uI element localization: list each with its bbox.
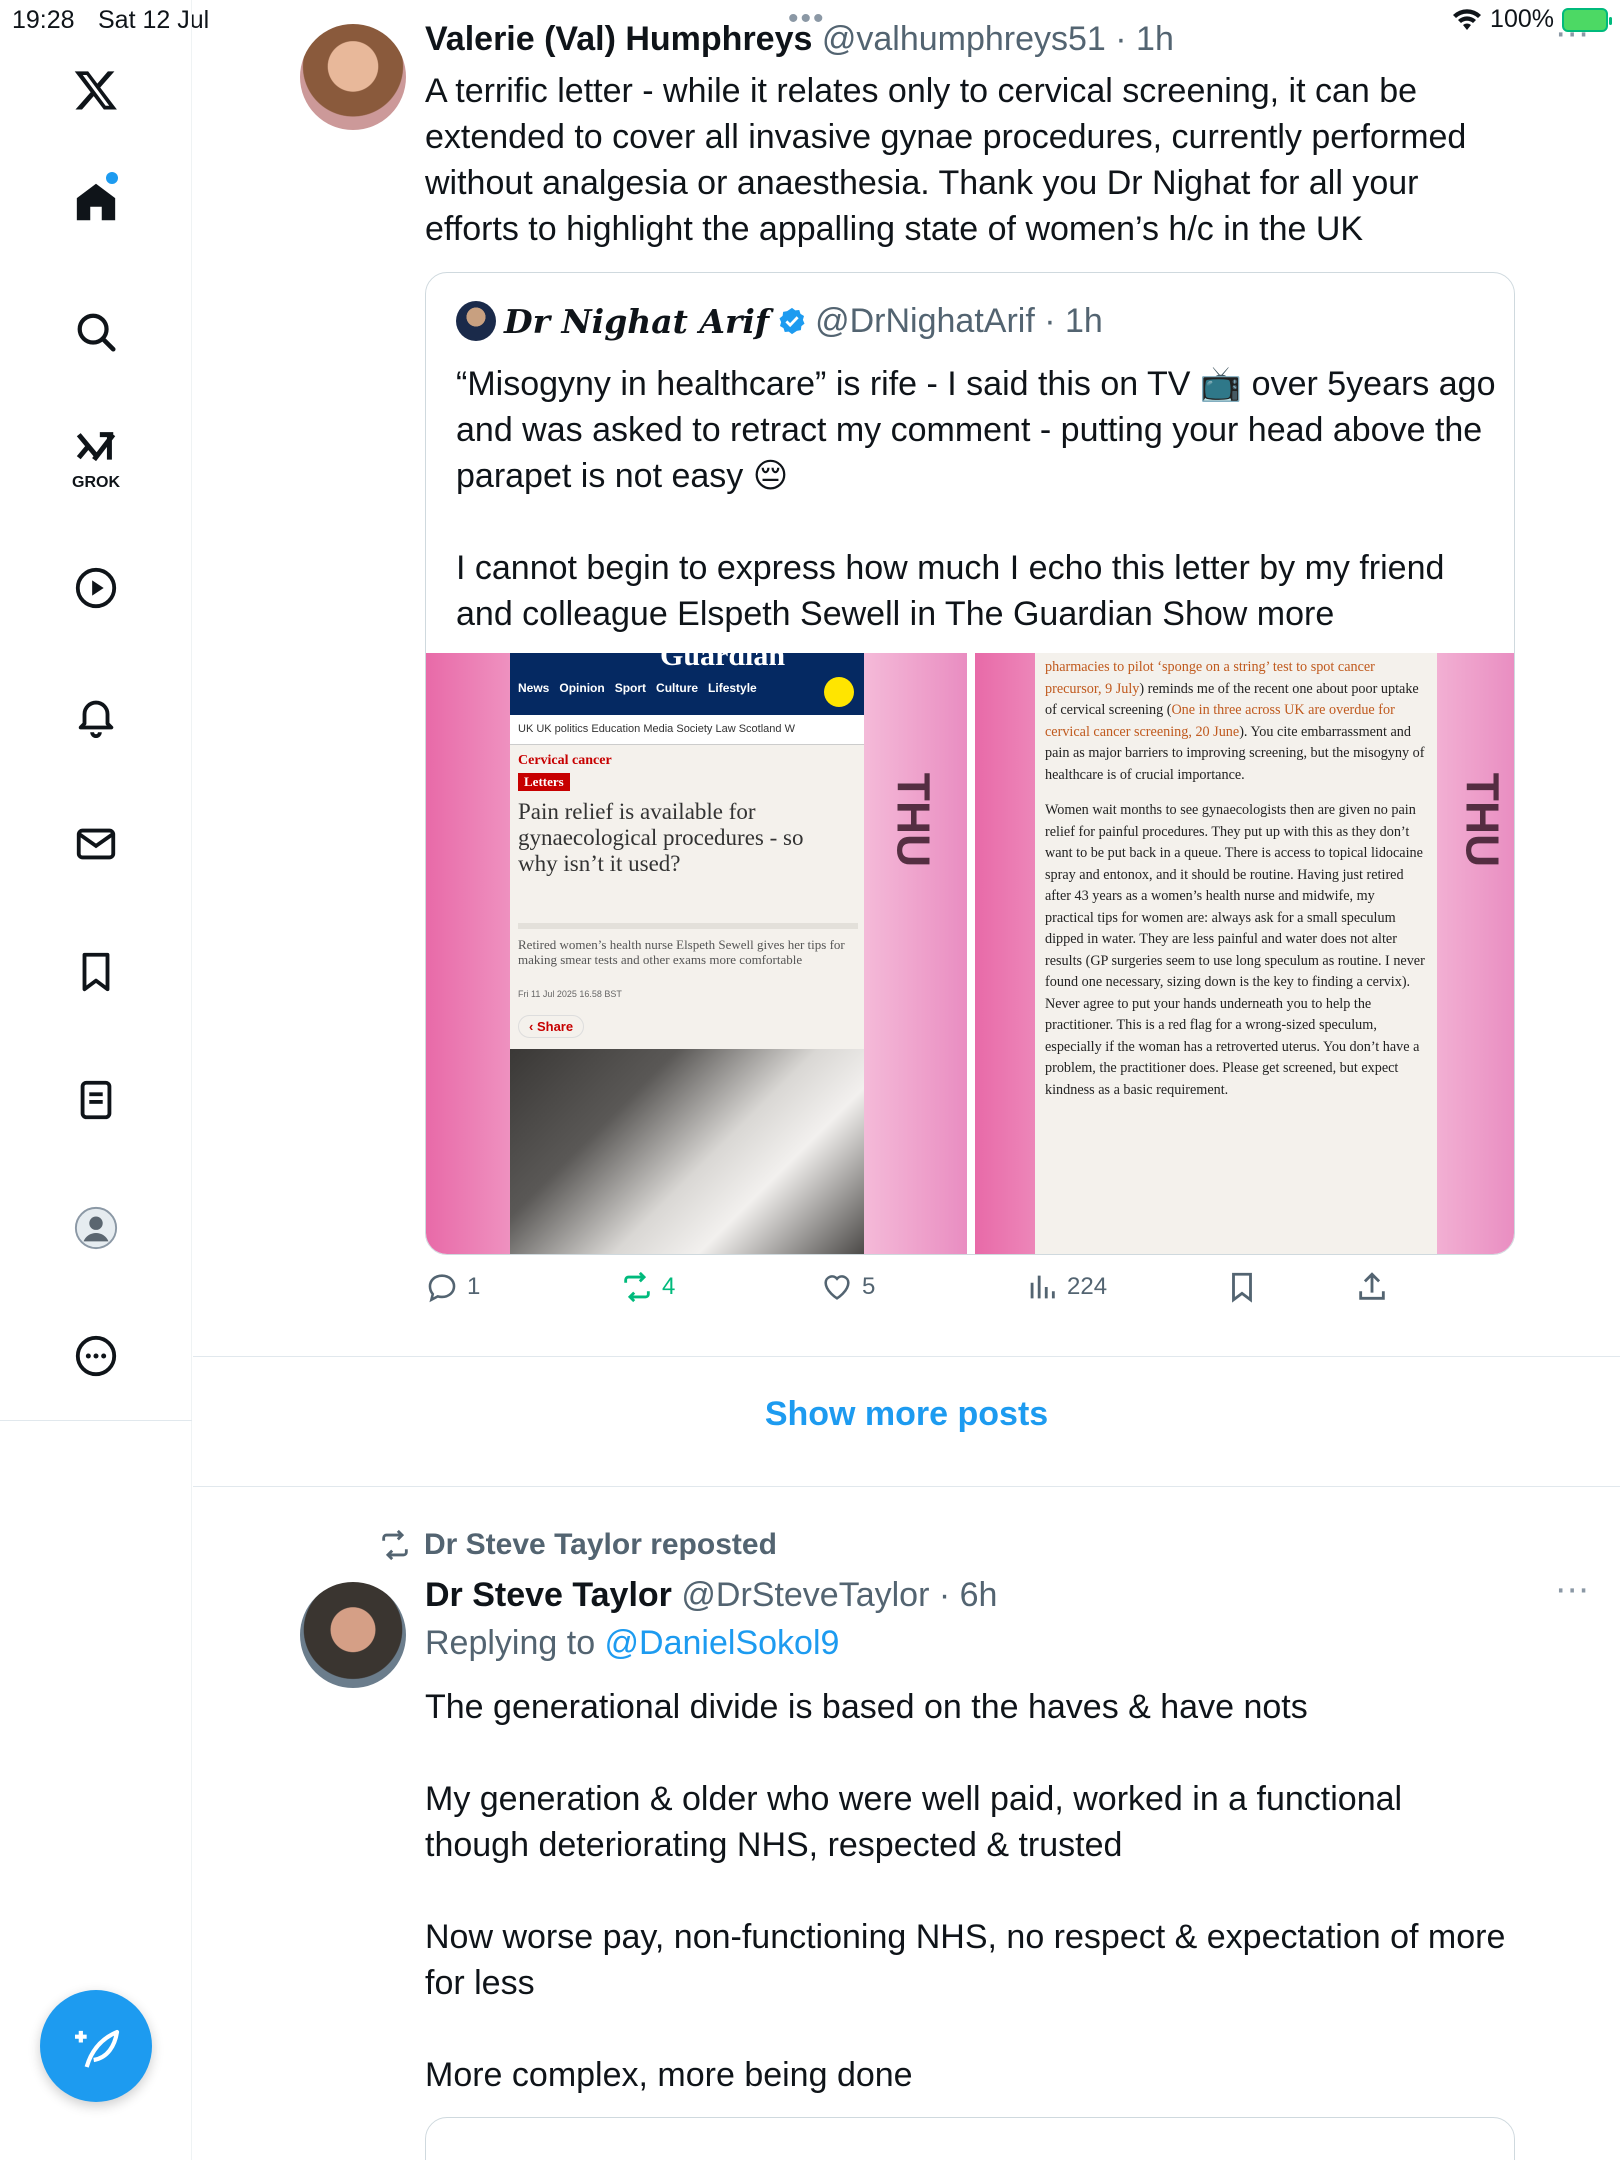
repost-icon	[624, 1271, 650, 1303]
article-share-label: Share	[536, 1019, 574, 1034]
quote-image-left[interactable]: Guardian News Opinion Sport Culture Life…	[426, 653, 967, 1254]
sidebar-divider	[0, 1420, 192, 1421]
post-more-icon[interactable]: ⋯	[1555, 1570, 1590, 1610]
post-text: A terrific letter - while it relates onl…	[425, 72, 1467, 248]
verified-badge-icon	[779, 307, 805, 335]
like-count: 5	[862, 1273, 876, 1300]
article-tag: Letters	[518, 773, 570, 791]
replying-to-handle[interactable]: @DanielSokol9	[605, 1624, 840, 1662]
grok-label: GROK	[72, 474, 120, 491]
guardian-article-screenshot: Guardian News Opinion Sport Culture Life…	[510, 653, 864, 1254]
quoted-post[interactable]: Dr Nighat Arif @DrNighatArif · 1h “Misog…	[425, 272, 1515, 1255]
compose-post-button[interactable]	[40, 1990, 152, 2102]
views-button[interactable]: 224	[1025, 1270, 1107, 1304]
guardian-subnav: UK UK politics Education Media Society L…	[510, 715, 864, 745]
article-photo	[510, 1049, 864, 1254]
post-header: Valerie (Val) Humphreys @valhumphreys51 …	[425, 20, 1174, 59]
post-paragraph: The generational divide is based on the …	[425, 1688, 1308, 1726]
quote-handle-time: @DrNighatArif · 1h	[815, 301, 1103, 340]
messages-envelope-icon[interactable]	[66, 814, 126, 874]
notifications-bell-icon[interactable]	[66, 686, 126, 746]
post-paragraph: My generation & older who were well paid…	[425, 1780, 1403, 1864]
show-more-posts-button[interactable]: Show more posts	[193, 1395, 1620, 1434]
avatar[interactable]	[300, 24, 406, 130]
repost-button[interactable]: 4	[620, 1270, 675, 1304]
post-actions: 1 4 5 224	[425, 1270, 1515, 1314]
author-name[interactable]: Dr Steve Taylor	[425, 1576, 672, 1614]
side-text: THU	[1456, 772, 1509, 868]
reply-icon	[428, 1274, 456, 1303]
quoted-post-partial[interactable]	[425, 2117, 1515, 2160]
bookmark-icon	[1232, 1272, 1252, 1303]
post-more-icon[interactable]: ⋯	[1555, 14, 1590, 54]
x-logo-icon[interactable]	[66, 60, 126, 120]
grok-icon[interactable]	[66, 420, 126, 480]
quote-image-right[interactable]: pharmacies to pilot ‘sponge on a string’…	[975, 653, 1514, 1254]
repost-indicator: Dr Steve Taylor reposted	[378, 1528, 777, 1562]
quote-header: Dr Nighat Arif @DrNighatArif · 1h	[456, 301, 1103, 341]
author-handle-time[interactable]: @valhumphreys51 · 1h	[822, 20, 1174, 58]
search-icon[interactable]	[66, 302, 126, 362]
compose-feather-icon	[75, 2029, 120, 2068]
quote-text-line-1: “Misogyny in healthcare” is rife - I sai…	[456, 365, 1496, 495]
views-chart-icon	[1030, 1275, 1055, 1299]
lists-icon[interactable]	[66, 1070, 126, 1130]
repost-icon	[382, 1529, 408, 1561]
post-paragraph: Now worse pay, non-functioning NHS, no r…	[425, 1918, 1506, 2002]
letter-paragraph-2: Women wait months to see gynaecologists …	[1045, 802, 1425, 1098]
guardian-nav-item: Sport	[614, 681, 647, 695]
home-notification-dot	[106, 172, 118, 184]
like-button[interactable]: 5	[820, 1270, 875, 1304]
side-text: THU	[887, 772, 940, 868]
share-button[interactable]	[1355, 1270, 1389, 1304]
bookmark-button[interactable]	[1225, 1270, 1259, 1304]
author-handle-time[interactable]: @DrSteveTaylor · 6h	[681, 1576, 997, 1614]
bookmarks-icon[interactable]	[66, 942, 126, 1002]
show-more-link[interactable]: Show more	[1162, 595, 1334, 633]
quote-images: Guardian News Opinion Sport Culture Life…	[426, 653, 1514, 1254]
article-standfirst: Retired women’s health nurse Elspeth Sew…	[518, 923, 858, 967]
author-name[interactable]: Valerie (Val) Humphreys	[425, 20, 812, 58]
heart-icon	[824, 1275, 850, 1300]
guardian-menu-icon	[824, 677, 854, 707]
article-share: ‹ Share	[518, 1015, 585, 1038]
share-icon	[1359, 1272, 1385, 1300]
profile-avatar-icon[interactable]	[66, 1198, 126, 1258]
quote-text-line-2: I cannot begin to express how much I ech…	[456, 545, 1496, 637]
post-paragraph: More complex, more being done	[425, 2056, 913, 2094]
replying-prefix: Replying to	[425, 1624, 605, 1662]
article-kicker: Cervical cancer	[518, 753, 612, 768]
replying-to: Replying to @DanielSokol9	[425, 1624, 839, 1663]
article-title: Pain relief is available for gynaecologi…	[518, 799, 804, 876]
letter-text-screenshot: pharmacies to pilot ‘sponge on a string’…	[1035, 653, 1437, 1254]
video-icon[interactable]	[66, 558, 126, 618]
guardian-logo: Guardian	[660, 653, 786, 672]
avatar[interactable]	[300, 1582, 406, 1688]
quote-text: “Misogyny in healthcare” is rife - I sai…	[456, 361, 1496, 637]
views-count: 224	[1067, 1273, 1108, 1300]
repost-label[interactable]: Dr Steve Taylor reposted	[424, 1528, 777, 1562]
divider	[193, 1356, 1620, 1357]
divider	[193, 1486, 1620, 1487]
guardian-nav-item: Opinion	[559, 681, 605, 695]
post-text: The generational divide is based on the …	[425, 1684, 1515, 2098]
article-date: Fri 11 Jul 2025 16.58 BST	[518, 989, 622, 999]
guardian-nav: News Opinion Sport Culture Lifestyle	[518, 681, 757, 695]
quote-avatar	[456, 301, 496, 341]
repost-count: 4	[662, 1273, 676, 1300]
post-header: Dr Steve Taylor @DrSteveTaylor · 6h	[425, 1576, 997, 1615]
quote-author-name: Dr Nighat Arif	[504, 301, 770, 341]
reply-count: 1	[467, 1273, 481, 1300]
guardian-nav-item: Lifestyle	[708, 681, 757, 695]
sidebar: GROK	[0, 0, 192, 2160]
reply-button[interactable]: 1	[425, 1270, 480, 1304]
guardian-nav-item: Culture	[656, 681, 699, 695]
timeline: Valerie (Val) Humphreys @valhumphreys51 …	[193, 0, 1620, 2160]
guardian-nav-item: News	[518, 681, 550, 695]
more-options-icon[interactable]	[66, 1326, 126, 1386]
